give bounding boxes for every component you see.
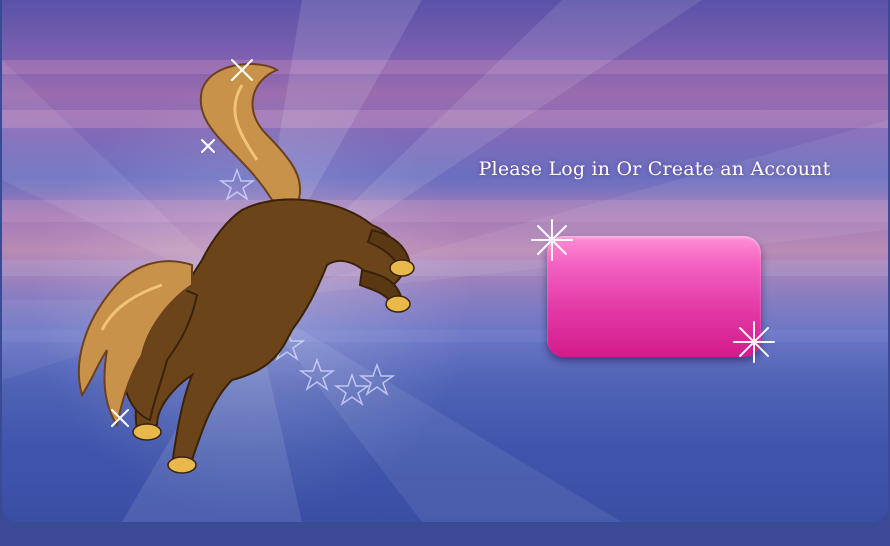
- login-screen: Please Log in Or Create an Account: [2, 0, 888, 522]
- game-frame: Please Log in Or Create an Account: [0, 0, 890, 546]
- login-prompt: Please Log in Or Create an Account: [478, 158, 831, 180]
- sparkle-icon: [531, 219, 573, 261]
- sparkle-icon: [733, 321, 775, 363]
- login-button[interactable]: [547, 236, 761, 357]
- horse-icon: [77, 59, 415, 474]
